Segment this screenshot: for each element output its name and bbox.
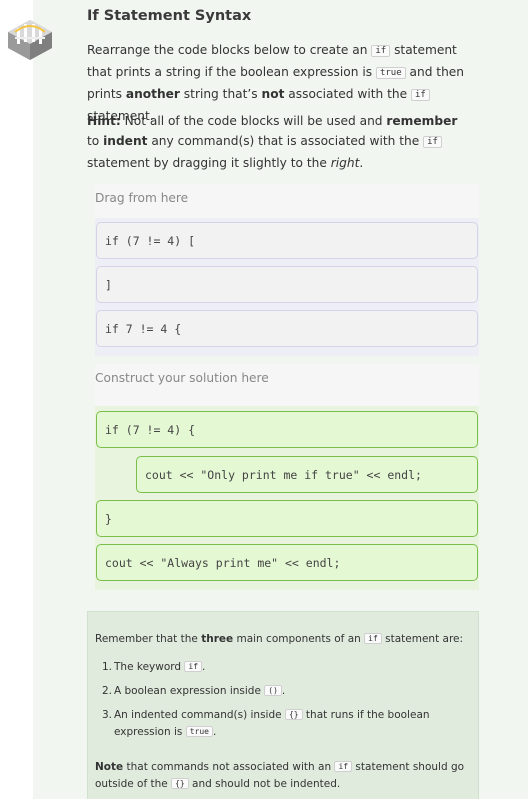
code-block-indented[interactable]: cout << "Only print me if true" << endl;: [136, 456, 478, 493]
list-item: 2. A boolean expression inside ().: [102, 685, 286, 697]
reminder-box: Remember that the three main components …: [87, 611, 479, 799]
inline-code: (): [264, 685, 282, 696]
solution-blocks-container[interactable]: if (7 != 4) { cout << "Only print me if …: [95, 406, 479, 590]
bridge-logo-icon: [4, 14, 56, 66]
inline-code: {}: [284, 709, 303, 720]
inline-code: if: [410, 89, 430, 101]
inline-code: {}: [171, 778, 189, 789]
source-label: Drag from here: [95, 191, 189, 205]
inline-code: if: [364, 633, 382, 644]
solution-area[interactable]: Construct your solution here if (7 != 4)…: [95, 364, 479, 590]
code-block[interactable]: if (7 != 4) [: [96, 222, 478, 259]
inline-code: if: [184, 661, 203, 672]
inline-code: if: [371, 45, 391, 57]
inline-code: if: [423, 136, 442, 148]
reminder-note: Note that commands not associated with a…: [95, 761, 465, 790]
code-block[interactable]: }: [96, 500, 478, 537]
reminder-intro: Remember that the three main components …: [95, 633, 464, 645]
page-title: If Statement Syntax: [87, 8, 252, 24]
hint-paragraph: Hint: Not all of the code blocks will be…: [87, 114, 458, 170]
inline-code: if: [334, 761, 353, 772]
code-block[interactable]: cout << "Always print me" << endl;: [96, 544, 478, 581]
list-item: 3. An indented command(s) inside {} that …: [102, 709, 430, 738]
code-block[interactable]: if 7 != 4 {: [96, 310, 478, 347]
drag-source-area[interactable]: Drag from here if (7 != 4) [ ] if 7 != 4…: [95, 184, 479, 356]
code-block[interactable]: if (7 != 4) {: [96, 411, 478, 448]
source-blocks-container[interactable]: if (7 != 4) [ ] if 7 != 4 {: [95, 218, 479, 356]
solution-label: Construct your solution here: [95, 371, 269, 385]
components-list: 1. The keyword if. 2. A boolean expression…: [102, 659, 454, 748]
list-item: 1. The keyword if.: [102, 661, 206, 673]
code-block[interactable]: ]: [96, 266, 478, 303]
inline-code: true: [185, 726, 213, 737]
inline-code: true: [375, 67, 406, 79]
